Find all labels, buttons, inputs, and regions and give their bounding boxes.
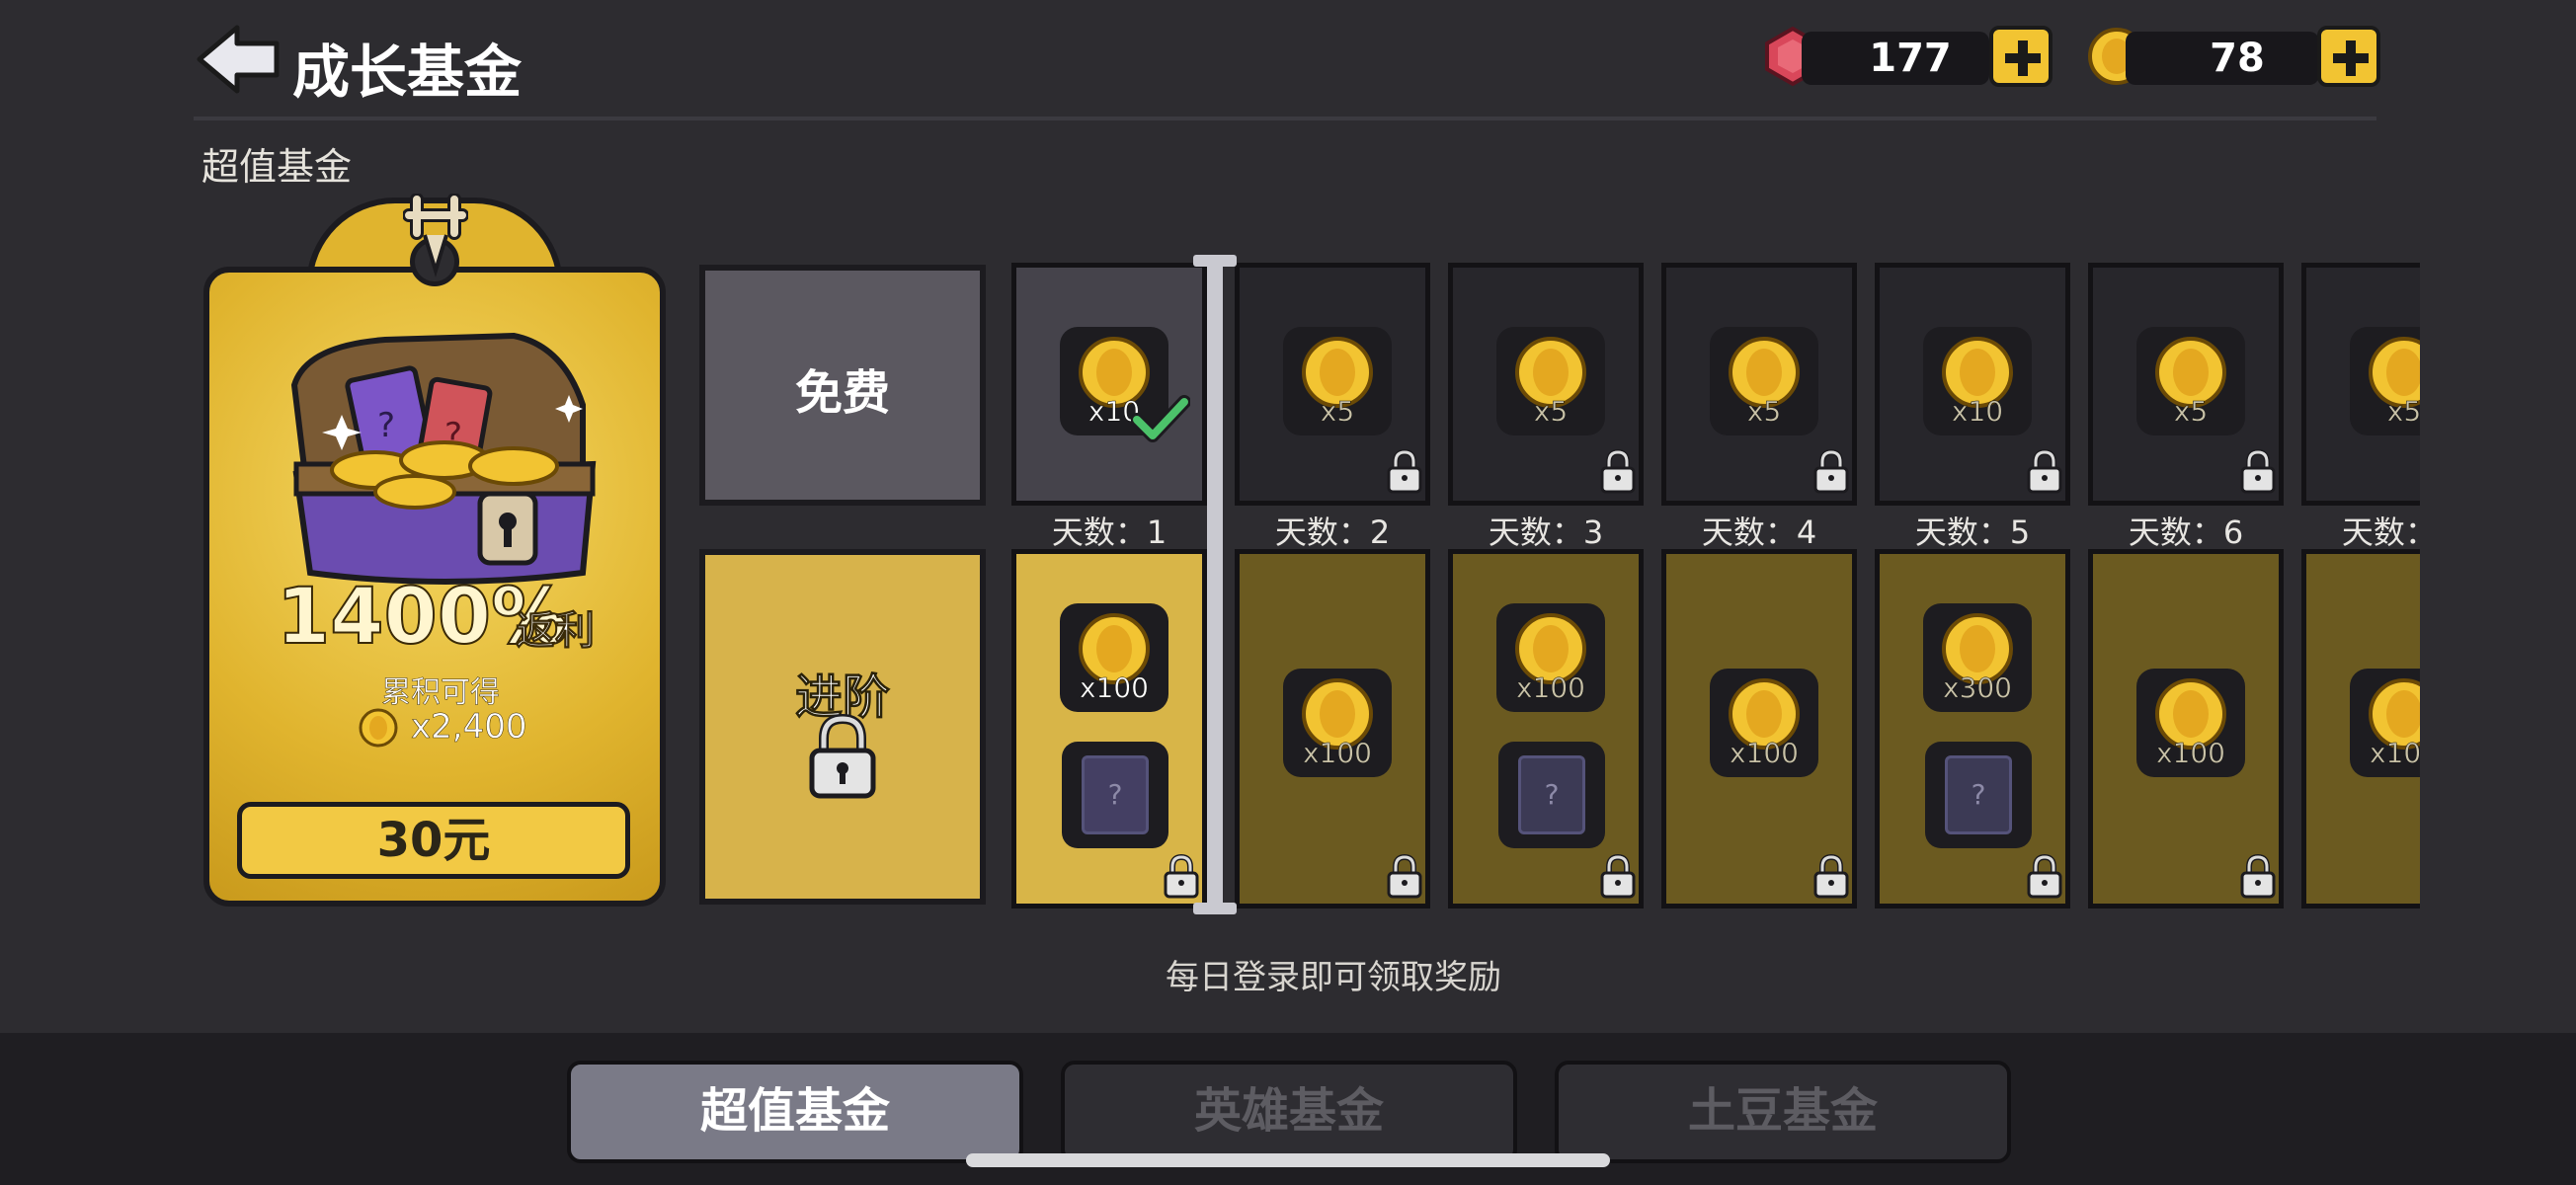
lock-icon bbox=[2239, 448, 2277, 495]
reward-amount: x5 bbox=[1746, 395, 1782, 429]
free-row-label: 免费 bbox=[794, 365, 890, 421]
gem-counter: 177 bbox=[1762, 26, 2053, 87]
progress-divider bbox=[1193, 255, 1237, 914]
free-reward-item: x5 bbox=[2350, 327, 2420, 435]
day-column: x10 天数：5 x300? bbox=[1875, 263, 2070, 914]
svg-text:?: ? bbox=[377, 406, 395, 445]
advanced-reward-cell[interactable]: x100 bbox=[1661, 549, 1857, 908]
lock-icon bbox=[1599, 853, 1637, 900]
lock-icon bbox=[809, 713, 876, 799]
lock-icon bbox=[1386, 448, 1423, 495]
mystery-card-icon: ? bbox=[1518, 755, 1585, 834]
day-column: x5 天数：2 x100 bbox=[1235, 263, 1430, 914]
reward-amount: x100 bbox=[2369, 737, 2420, 770]
reward-amount: x5 bbox=[1320, 395, 1355, 429]
tab-value-fund[interactable]: 超值基金 bbox=[567, 1061, 1023, 1163]
free-reward-cell[interactable]: x5 bbox=[1661, 263, 1857, 506]
free-reward-item: x5 bbox=[2136, 327, 2245, 435]
day-label: 天数：5 bbox=[1914, 514, 2031, 551]
mystery-card-item: ? bbox=[1062, 742, 1168, 848]
reward-amount: x300 bbox=[1942, 672, 2013, 705]
lock-icon bbox=[1812, 853, 1850, 900]
add-coins-button[interactable] bbox=[2317, 26, 2380, 87]
lock-icon bbox=[1599, 448, 1637, 495]
back-arrow-icon bbox=[197, 25, 280, 94]
advanced-reward-cell[interactable]: x300? bbox=[1875, 549, 2070, 908]
advanced-reward-item: x300 bbox=[1923, 603, 2032, 712]
day-column: x5 天数：3 x100? bbox=[1448, 263, 1644, 914]
section-label: 超值基金 bbox=[201, 145, 353, 189]
mystery-card-item: ? bbox=[1498, 742, 1605, 848]
lock-icon bbox=[1812, 448, 1850, 495]
tab-hero-fund[interactable]: 英雄基金 bbox=[1061, 1061, 1517, 1163]
advanced-reward-item: x100 bbox=[2350, 669, 2420, 777]
treasure-chest-icon: ? ? bbox=[290, 332, 597, 585]
reward-amount: x100 bbox=[1302, 737, 1373, 770]
free-reward-item: x10 bbox=[1923, 327, 2032, 435]
reward-amount: x100 bbox=[2155, 737, 2226, 770]
day-label: 天数：2 bbox=[1274, 514, 1391, 551]
checkmark-icon bbox=[1131, 395, 1190, 442]
coin-icon bbox=[359, 708, 398, 748]
day-label: 天数：4 bbox=[1701, 514, 1817, 551]
tag-string-icon bbox=[403, 194, 468, 277]
mystery-card-icon: ? bbox=[1945, 755, 2012, 834]
promo-total-coins: x2,400 bbox=[411, 707, 527, 748]
advanced-reward-cell[interactable]: x100 bbox=[1235, 549, 1430, 908]
day-column: x5 天数：7 x100 bbox=[2301, 263, 2420, 914]
tab-potato-fund[interactable]: 土豆基金 bbox=[1555, 1061, 2011, 1163]
free-reward-cell[interactable]: x5 bbox=[1235, 263, 1430, 506]
reward-amount: x5 bbox=[2386, 395, 2420, 429]
free-reward-cell[interactable]: x5 bbox=[2301, 263, 2420, 506]
advanced-reward-cell[interactable]: x100 bbox=[2301, 549, 2420, 908]
advanced-reward-item: x100 bbox=[2136, 669, 2245, 777]
free-reward-cell[interactable]: x10 bbox=[1011, 263, 1207, 506]
lock-icon bbox=[2026, 853, 2063, 900]
day-column: x5 天数：6 x100 bbox=[2088, 263, 2284, 914]
promo-rebate-label: 返利 bbox=[516, 608, 596, 655]
advanced-reward-item: x100 bbox=[1710, 669, 1818, 777]
reward-amount: x10 bbox=[1951, 395, 2004, 429]
reward-amount: x100 bbox=[1515, 672, 1586, 705]
promo-cumulative-label: 累积可得 bbox=[381, 675, 501, 711]
back-button[interactable] bbox=[194, 20, 282, 99]
day-column: x5 天数：4 x100 bbox=[1661, 263, 1857, 914]
advanced-reward-cell[interactable]: x100 bbox=[2088, 549, 2284, 908]
free-reward-item: x5 bbox=[1283, 327, 1392, 435]
free-reward-item: x5 bbox=[1710, 327, 1818, 435]
reward-amount: x100 bbox=[1079, 672, 1150, 705]
day-label: 天数：3 bbox=[1488, 514, 1604, 551]
mystery-card-item: ? bbox=[1925, 742, 2032, 848]
lock-icon bbox=[2239, 853, 2277, 900]
free-reward-cell[interactable]: x10 bbox=[1875, 263, 2070, 506]
advanced-reward-item: x100 bbox=[1060, 603, 1168, 712]
advanced-reward-item: x100 bbox=[1283, 669, 1392, 777]
page-title: 成长基金 bbox=[292, 39, 523, 106]
coin-counter: 78 bbox=[2086, 26, 2380, 87]
coin-count: 78 bbox=[2210, 36, 2265, 81]
gem-count: 177 bbox=[1869, 36, 1952, 81]
advanced-reward-cell[interactable]: x100? bbox=[1448, 549, 1644, 908]
day-label: 天数：6 bbox=[2128, 514, 2244, 551]
add-gems-button[interactable] bbox=[1989, 26, 2053, 87]
lock-icon bbox=[2026, 448, 2063, 495]
header-divider bbox=[194, 117, 2376, 120]
mystery-card-icon: ? bbox=[1082, 755, 1149, 834]
advanced-reward-cell[interactable]: x100? bbox=[1011, 549, 1207, 908]
day-column: x10 天数：1 x100? bbox=[1011, 263, 1207, 914]
reward-amount: x5 bbox=[1533, 395, 1569, 429]
free-reward-cell[interactable]: x5 bbox=[1448, 263, 1644, 506]
day-label: 天数：7 bbox=[2341, 514, 2420, 551]
home-indicator bbox=[966, 1153, 1610, 1167]
buy-fund-button[interactable]: 30元 bbox=[237, 802, 630, 879]
reward-amount: x100 bbox=[1729, 737, 1800, 770]
footer-hint: 每日登录即可领取奖励 bbox=[1166, 958, 1501, 997]
advanced-reward-item: x100 bbox=[1496, 603, 1605, 712]
lock-icon bbox=[1386, 853, 1423, 900]
day-label: 天数：1 bbox=[1051, 514, 1167, 551]
free-reward-item: x5 bbox=[1496, 327, 1605, 435]
lock-icon bbox=[1163, 853, 1200, 900]
reward-amount: x5 bbox=[2173, 395, 2209, 429]
free-reward-cell[interactable]: x5 bbox=[2088, 263, 2284, 506]
